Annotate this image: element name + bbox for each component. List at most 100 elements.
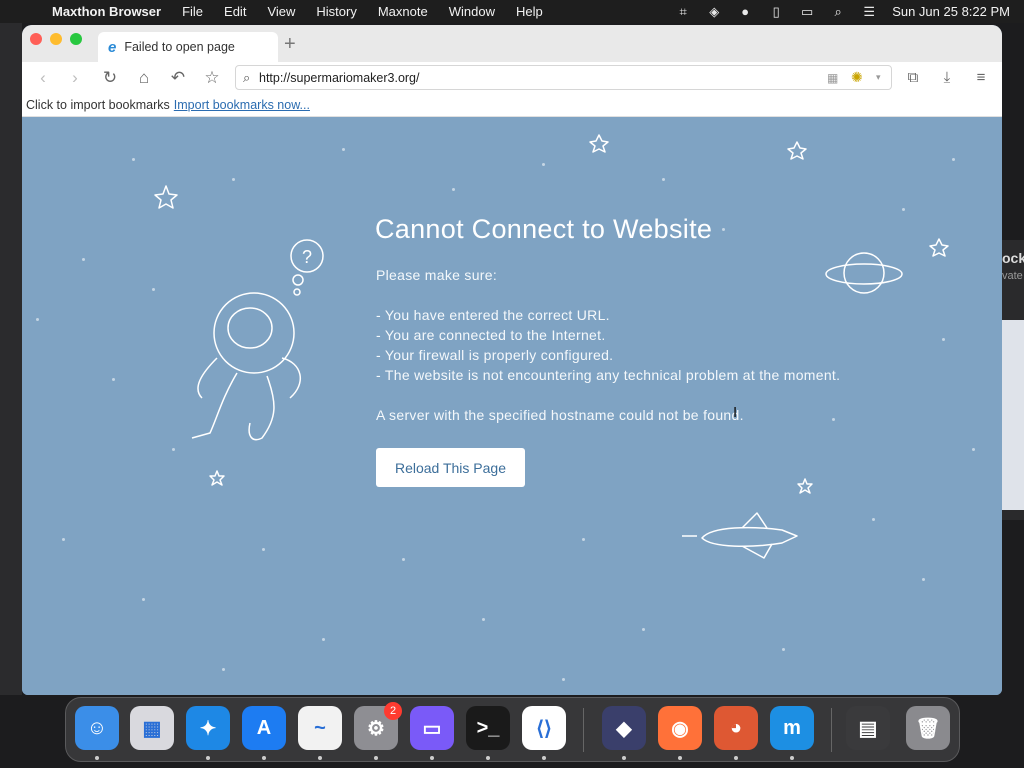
menu-app-name[interactable]: Maxthon Browser (52, 4, 161, 19)
background-window-title: ock (1002, 250, 1024, 266)
running-indicator (486, 756, 490, 760)
favorite-star-icon[interactable]: ☆ (201, 67, 223, 89)
toolbar: ‹ › ↻ ⌂ ↶ ☆ ⌕ http://supermariomaker3.or… (22, 62, 1002, 94)
menu-history[interactable]: History (316, 4, 356, 19)
running-indicator (430, 756, 434, 760)
menu-maxnote[interactable]: Maxnote (378, 4, 428, 19)
tab-title: Failed to open page (124, 40, 235, 54)
star-outline-icon (589, 134, 609, 153)
browser-window: e Failed to open page + ‹ › ↻ ⌂ ↶ ☆ ⌕ ht… (22, 25, 1002, 695)
zoom-window-button[interactable] (70, 33, 82, 45)
dock-trash-icon[interactable]: 🗑 (906, 706, 950, 750)
menu-icon[interactable]: ≡ (970, 67, 992, 89)
space-shuttle-icon (682, 512, 798, 559)
running-indicator (734, 756, 738, 760)
search-icon[interactable]: ⌕ (830, 4, 846, 20)
astronaut-icon (191, 239, 324, 441)
dock-safari-icon[interactable]: ✦ (186, 706, 230, 750)
page-error-icon: e (108, 38, 117, 56)
chevron-down-icon[interactable]: ▾ (876, 72, 881, 83)
screen-mirror-icon[interactable]: ▭ (799, 4, 815, 20)
tab-active[interactable]: e Failed to open page (98, 32, 278, 62)
stage-manager-icon[interactable]: ▯ (768, 4, 784, 20)
error-check-internet: - You are connected to the Internet. (376, 327, 606, 343)
menu-view[interactable]: View (267, 4, 295, 19)
dock-app-store-icon[interactable]: A (242, 706, 286, 750)
download-icon[interactable]: ⤓ (936, 67, 958, 89)
running-indicator (262, 756, 266, 760)
star-outline-icon (154, 185, 178, 209)
running-indicator (206, 756, 210, 760)
dock-system-settings-icon[interactable]: ⚙ 2 (354, 702, 402, 750)
import-bookmarks-link[interactable]: Import bookmarks now... (174, 98, 310, 112)
dock-shortcuts-icon[interactable]: ◆ (602, 706, 646, 750)
star-outline-icon (787, 141, 807, 160)
star-outline-icon (209, 470, 225, 486)
error-check-firewall: - Your firewall is properly configured. (376, 347, 614, 363)
forward-button[interactable]: › (64, 67, 86, 89)
back-button[interactable]: ‹ (32, 67, 54, 89)
running-indicator (622, 756, 626, 760)
dock-vscode-icon[interactable]: ⟨⟩ (522, 706, 566, 750)
status-area: ⌗ ◈ ● ▯ ▭ ⌕ ☰ Sun Jun 25 8:22 PM (675, 0, 1010, 23)
reload-icon[interactable]: ↻ (99, 67, 121, 89)
dock-terminal-icon[interactable]: >_ (466, 706, 510, 750)
text-cursor-icon: I (733, 404, 738, 421)
layers-icon[interactable]: ◈ (706, 4, 722, 20)
background-window-preview (1002, 320, 1024, 510)
menu-help[interactable]: Help (516, 4, 543, 19)
notification-badge: 2 (384, 702, 402, 720)
dock-separator (831, 708, 832, 752)
dock: ☺ ▦ ✦ A ~ ⚙ 2 ▭ >_ ⟨⟩ ◆ ◉ ◕ m ▤ 🗑 (65, 697, 960, 762)
running-indicator (95, 756, 99, 760)
star-outline-icon (797, 478, 813, 494)
home-icon[interactable]: ⌂ (133, 67, 155, 89)
bookmark-import-prompt: Click to import bookmarks (26, 98, 170, 112)
dock-freeform-icon[interactable]: ~ (298, 706, 342, 750)
qr-code-icon[interactable]: ▦ (827, 71, 838, 85)
tab-bar: e Failed to open page + (22, 25, 1002, 62)
address-url[interactable]: http://supermariomaker3.org/ (259, 71, 420, 85)
extension-icon[interactable]: ✺ (851, 69, 863, 86)
dock-simulator-icon[interactable]: ▭ (410, 706, 454, 750)
background-window-subtitle: vate (1002, 270, 1023, 282)
dock-launchpad-icon[interactable]: ▦ (130, 706, 174, 750)
menu-window[interactable]: Window (449, 4, 495, 19)
star-outline-icon (929, 238, 949, 257)
menu-edit[interactable]: Edit (224, 4, 246, 19)
bookmark-bar: Click to import bookmarks Import bookmark… (22, 94, 1002, 117)
background-window[interactable]: ock vate (1000, 240, 1024, 520)
desktop-left-edge (0, 23, 22, 695)
running-indicator (678, 756, 682, 760)
crop-icon[interactable]: ⌗ (675, 4, 691, 20)
screenshot-icon[interactable]: ⧉ (902, 67, 924, 89)
error-title: Cannot Connect to Website (375, 214, 713, 244)
dock-separator (583, 708, 584, 752)
error-page: ? Cannot Connect to Website Please make … (22, 118, 1002, 695)
menu-bar: Maxthon Browser File Edit View History M… (0, 0, 1024, 23)
running-indicator (790, 756, 794, 760)
dock-downloads-stack-icon[interactable]: ▤ (846, 706, 890, 750)
dock-maxthon-icon[interactable]: m (770, 706, 814, 750)
question-mark-icon: ? (302, 247, 312, 267)
dock-duckduckgo-icon[interactable]: ◕ (714, 706, 758, 750)
menu-clock[interactable]: Sun Jun 25 8:22 PM (892, 4, 1010, 19)
address-bar[interactable]: ⌕ http://supermariomaker3.org/ ▦ ✺ ▾ (235, 65, 892, 90)
error-detail: A server with the specified hostname cou… (376, 407, 744, 423)
undo-close-icon[interactable]: ↶ (167, 67, 189, 89)
planet-icon (825, 252, 903, 294)
dock-finder-icon[interactable]: ☺ (75, 706, 119, 750)
error-check-website: - The website is not encountering any te… (376, 367, 841, 383)
running-indicator (318, 756, 322, 760)
menu-file[interactable]: File (182, 4, 203, 19)
control-center-icon[interactable]: ☰ (861, 4, 877, 20)
address-search-icon: ⌕ (243, 70, 251, 85)
running-indicator (542, 756, 546, 760)
reload-page-button[interactable]: Reload This Page (376, 448, 525, 487)
close-window-button[interactable] (30, 33, 42, 45)
new-tab-button[interactable]: + (284, 33, 296, 56)
error-intro: Please make sure: (376, 267, 498, 283)
minimize-window-button[interactable] (50, 33, 62, 45)
user-icon[interactable]: ● (737, 4, 753, 19)
dock-firefox-icon[interactable]: ◉ (658, 706, 702, 750)
